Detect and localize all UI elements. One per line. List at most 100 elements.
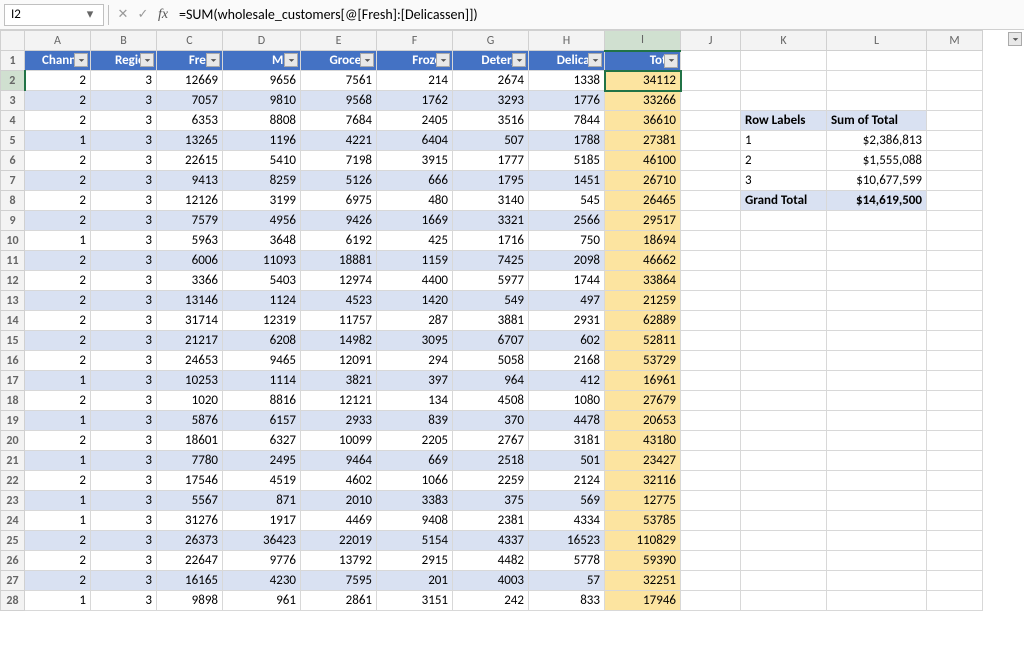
cell[interactable] <box>681 511 741 531</box>
data-cell[interactable]: 669 <box>377 451 453 471</box>
cell[interactable] <box>927 291 983 311</box>
cell[interactable] <box>927 571 983 591</box>
data-cell[interactable]: 1124 <box>223 291 301 311</box>
cell[interactable] <box>927 51 983 71</box>
data-cell[interactable]: 7780 <box>157 451 223 471</box>
data-cell[interactable]: 5567 <box>157 491 223 511</box>
data-cell[interactable]: 12126 <box>157 191 223 211</box>
data-cell[interactable]: 2 <box>25 531 91 551</box>
cell[interactable] <box>681 251 741 271</box>
data-cell[interactable]: 3 <box>91 111 157 131</box>
pivot-row-value[interactable]: $10,677,599 <box>827 171 927 191</box>
data-cell[interactable]: 6975 <box>301 191 377 211</box>
data-cell[interactable]: 13146 <box>157 291 223 311</box>
cell[interactable] <box>741 291 827 311</box>
column-header-I[interactable]: I <box>605 31 681 51</box>
accept-formula-button[interactable]: ✓ <box>133 5 153 25</box>
cell[interactable] <box>927 491 983 511</box>
cell[interactable] <box>741 431 827 451</box>
data-cell[interactable]: 3 <box>91 471 157 491</box>
data-cell[interactable]: 1777 <box>453 151 529 171</box>
grocery-filter-button[interactable] <box>360 53 374 67</box>
table-header-deterge[interactable]: Deterge <box>453 51 529 71</box>
cell[interactable] <box>827 251 927 271</box>
channel-filter-button[interactable] <box>74 53 88 67</box>
data-cell[interactable]: 3648 <box>223 231 301 251</box>
data-cell[interactable]: 5876 <box>157 411 223 431</box>
data-cell[interactable]: 2 <box>25 271 91 291</box>
data-cell[interactable]: 3 <box>91 551 157 571</box>
cell[interactable] <box>681 371 741 391</box>
data-cell[interactable]: 2259 <box>453 471 529 491</box>
data-cell[interactable]: 9426 <box>301 211 377 231</box>
data-cell[interactable]: 26465 <box>605 191 681 211</box>
row-header-9[interactable]: 9 <box>1 211 25 231</box>
data-cell[interactable]: 1669 <box>377 211 453 231</box>
data-cell[interactable]: 1 <box>25 491 91 511</box>
data-cell[interactable]: 2 <box>25 291 91 311</box>
select-all-corner[interactable] <box>1 31 25 51</box>
milk-filter-button[interactable] <box>284 53 298 67</box>
data-cell[interactable]: 53729 <box>605 351 681 371</box>
data-cell[interactable]: 2 <box>25 471 91 491</box>
cell[interactable] <box>927 391 983 411</box>
column-header-G[interactable]: G <box>453 31 529 51</box>
cell[interactable] <box>681 151 741 171</box>
data-cell[interactable]: 2767 <box>453 431 529 451</box>
data-cell[interactable]: 1776 <box>529 91 605 111</box>
cell[interactable] <box>927 351 983 371</box>
data-cell[interactable]: 3095 <box>377 331 453 351</box>
data-cell[interactable]: 2933 <box>301 411 377 431</box>
data-cell[interactable]: 10099 <box>301 431 377 451</box>
row-header-8[interactable]: 8 <box>1 191 25 211</box>
data-cell[interactable]: 17546 <box>157 471 223 491</box>
data-cell[interactable]: 3 <box>91 491 157 511</box>
data-cell[interactable]: 964 <box>453 371 529 391</box>
cell[interactable] <box>741 551 827 571</box>
cell[interactable] <box>741 331 827 351</box>
pivot-row-label[interactable]: 1 <box>741 131 827 151</box>
cell[interactable] <box>741 411 827 431</box>
data-cell[interactable]: 52811 <box>605 331 681 351</box>
data-cell[interactable]: 4519 <box>223 471 301 491</box>
pivot-row-label[interactable]: 2 <box>741 151 827 171</box>
insert-function-button[interactable]: fx <box>153 5 173 25</box>
data-cell[interactable]: 13792 <box>301 551 377 571</box>
data-cell[interactable]: 7844 <box>529 111 605 131</box>
data-cell[interactable]: 134 <box>377 391 453 411</box>
row-header-23[interactable]: 23 <box>1 491 25 511</box>
cell[interactable] <box>681 591 741 611</box>
cell[interactable] <box>927 311 983 331</box>
data-cell[interactable]: 3366 <box>157 271 223 291</box>
cell[interactable] <box>827 91 927 111</box>
data-cell[interactable]: 2 <box>25 191 91 211</box>
row-header-13[interactable]: 13 <box>1 291 25 311</box>
data-cell[interactable]: 26373 <box>157 531 223 551</box>
data-cell[interactable]: 4602 <box>301 471 377 491</box>
pivot-header-sumtotal[interactable]: Sum of Total <box>827 111 927 131</box>
data-cell[interactable]: 1 <box>25 451 91 471</box>
data-cell[interactable]: 6404 <box>377 131 453 151</box>
cell[interactable] <box>927 171 983 191</box>
data-cell[interactable]: 22647 <box>157 551 223 571</box>
data-cell[interactable]: 5410 <box>223 151 301 171</box>
data-cell[interactable]: 214 <box>377 71 453 91</box>
cell[interactable] <box>827 491 927 511</box>
cell[interactable] <box>741 451 827 471</box>
column-header-L[interactable]: L <box>827 31 927 51</box>
row-header-3[interactable]: 3 <box>1 91 25 111</box>
cell[interactable] <box>827 391 927 411</box>
data-cell[interactable]: 4523 <box>301 291 377 311</box>
cell[interactable] <box>827 531 927 551</box>
data-cell[interactable]: 2518 <box>453 451 529 471</box>
data-cell[interactable]: 21217 <box>157 331 223 351</box>
data-cell[interactable]: 3293 <box>453 91 529 111</box>
data-cell[interactable]: 5977 <box>453 271 529 291</box>
data-cell[interactable]: 3 <box>91 191 157 211</box>
data-cell[interactable]: 1 <box>25 371 91 391</box>
data-cell[interactable]: 12121 <box>301 391 377 411</box>
data-cell[interactable]: 46100 <box>605 151 681 171</box>
cell[interactable] <box>927 371 983 391</box>
data-cell[interactable]: 501 <box>529 451 605 471</box>
data-cell[interactable]: 412 <box>529 371 605 391</box>
